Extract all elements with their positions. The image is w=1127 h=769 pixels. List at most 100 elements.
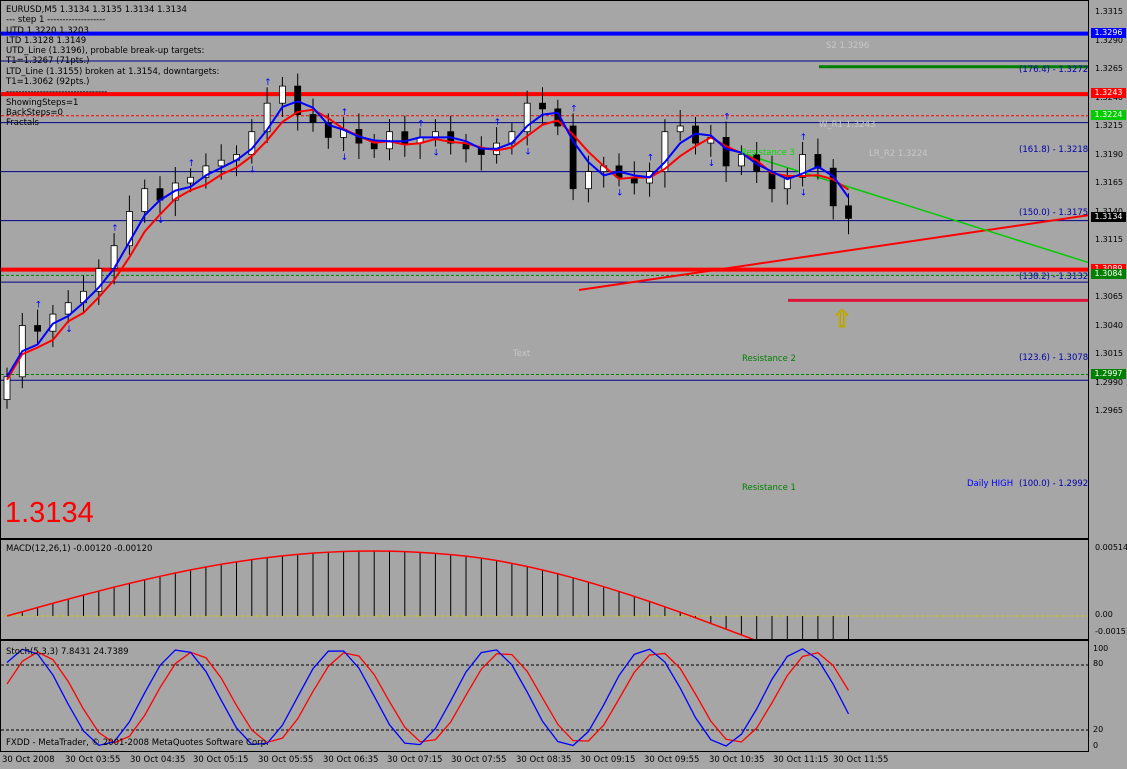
- time-tick: 30 Oct 09:15: [580, 755, 636, 765]
- text-label: Text: [513, 349, 531, 359]
- candle-body: [722, 136, 730, 167]
- s2-label: S2 1.3296: [826, 41, 870, 51]
- info-line: ShowingSteps=1: [6, 97, 79, 108]
- time-tick: 30 Oct 08:35: [516, 755, 572, 765]
- candle-body: [661, 131, 669, 172]
- stoch-axis: 100 80 20 0: [1089, 640, 1127, 752]
- w-r1-label: W_R1 1.3243: [819, 120, 876, 130]
- fib-150-label: (150.0) - 1.3175: [1019, 208, 1089, 218]
- fractal-up-mark: ↑: [111, 224, 119, 234]
- info-line: BackSteps=0: [6, 107, 63, 118]
- macd-title: MACD(12,26,1) -0.00120 -0.00120: [6, 544, 153, 554]
- time-tick: 30 Oct 07:55: [451, 755, 507, 765]
- macd-signal-line: [6, 550, 755, 639]
- up-arrow-icon: ⇧: [831, 305, 853, 334]
- price-tick: 1.3190: [1095, 149, 1123, 159]
- info-line: UTD 1.3220 1.3203: [6, 25, 89, 36]
- price-tag: 1.3134: [1091, 212, 1126, 223]
- fractal-up-mark: ↑: [723, 112, 731, 122]
- ltd-trendline: [578, 214, 1088, 291]
- stoch-tick-20: 20: [1093, 725, 1104, 734]
- candle-body: [370, 142, 378, 150]
- info-lines: --- step 1 ------------------- UTD 1.3220…: [6, 15, 219, 128]
- time-tick: 30 Oct 07:15: [387, 755, 443, 765]
- info-line: LTD_Line (1.3155) broken at 1.3154, down…: [6, 66, 220, 77]
- fractal-down-mark: ↓: [65, 325, 73, 335]
- info-line: T1=1.3062 (92pts.): [6, 77, 90, 88]
- ma-fast-line: [6, 100, 850, 378]
- fib-176-label: (176.4) - 1.3272: [1019, 65, 1089, 75]
- fractal-up-mark: ↑: [341, 108, 349, 118]
- price-tick: 1.2990: [1095, 377, 1123, 387]
- price-tick: 1.3315: [1095, 7, 1123, 16]
- fractal-up-mark: ↑: [570, 104, 578, 114]
- price-tag: 1.2997: [1091, 368, 1126, 379]
- time-tick: 30 Oct 10:35: [709, 755, 765, 765]
- candle-body: [217, 159, 225, 167]
- candle-body: [64, 302, 72, 315]
- price-tick: 1.2965: [1095, 406, 1123, 415]
- candle-body: [278, 85, 286, 104]
- time-tick: 30 Oct 05:15: [193, 755, 249, 765]
- price-tag: 1.3296: [1091, 27, 1126, 38]
- fractal-down-mark: ↓: [524, 147, 532, 157]
- candle-body: [539, 102, 546, 110]
- macd-tick-top: 0.00514: [1095, 543, 1127, 552]
- fractal-down-mark: ↓: [249, 166, 257, 176]
- fractal-down-mark: ↓: [432, 149, 440, 159]
- resistance2-label: Resistance 2: [742, 354, 796, 364]
- stoch-title: Stoch(5,3,3) 7.8431 24.7389: [6, 647, 129, 657]
- stoch-tick-100: 100: [1093, 644, 1109, 653]
- stoch-svg: [1, 648, 1088, 747]
- macd-tick-bottom: -0.00151: [1095, 627, 1127, 636]
- fractal-up-mark: ↑: [188, 159, 196, 169]
- price-tick: 1.3265: [1095, 64, 1123, 73]
- time-tick: 30 Oct 03:55: [65, 755, 121, 765]
- stoch-tick-80: 80: [1093, 659, 1104, 668]
- price-chart-pane[interactable]: ↑ ↓ ↑ ↓ ↑ ↓ ↑ ↑ ↓ ↑ ↓ ↑ ↓ ↑ ↓ ↑ ↓ ↑ ↑ ↓ EURUSD,M5 1.3134 1.…: [0, 0, 1089, 539]
- fractal-down-mark: ↓: [341, 153, 349, 163]
- stoch-pane[interactable]: Stoch(5,3,3) 7.8431 24.7389 FXDD - MetaT…: [0, 640, 1089, 752]
- resistance3-label: Resistance 3: [741, 148, 795, 158]
- price-tick: 1.3015: [1095, 349, 1123, 358]
- fractal-up-mark: ↑: [417, 119, 425, 129]
- fib-123-label: (123.6) - 1.3078: [1019, 353, 1089, 363]
- fractal-up-mark: ↑: [35, 301, 43, 311]
- info-line: ---------------------------------: [6, 87, 108, 98]
- info-line: T1=1.3267 (71pts.): [6, 56, 90, 67]
- fractal-down-mark: ↓: [800, 188, 808, 198]
- price-tick: 1.3115: [1095, 235, 1123, 244]
- candle-body: [845, 205, 852, 219]
- macd-tick-zero: 0.00: [1095, 610, 1113, 619]
- big-price-label: 1.3134: [5, 497, 94, 529]
- info-line: LTD 1.3128 1.3149: [6, 35, 87, 46]
- symbol-line: EURUSD,M5 1.3134 1.3135 1.3134 1.3134: [6, 5, 187, 15]
- info-line: Fractals: [6, 118, 39, 129]
- time-tick: 30 Oct 11:55: [833, 755, 889, 765]
- info-line: --- step 1 -------------------: [6, 15, 106, 26]
- chart-info-block: EURUSD,M5 1.3134 1.3135 1.3134 1.3134 --…: [6, 5, 219, 129]
- resistance1-label: Resistance 1: [742, 483, 796, 493]
- stoch-tick-0: 0: [1093, 741, 1099, 750]
- candle-body: [585, 171, 592, 190]
- fib-100-label: (100.0) - 1.2992: [1019, 479, 1089, 489]
- time-tick: 30 Oct 11:15: [773, 755, 829, 765]
- price-tag: 1.3243: [1091, 88, 1126, 99]
- macd-pane[interactable]: MACD(12,26,1) -0.00120 -0.00120: [0, 539, 1089, 640]
- time-tick: 30 Oct 2008: [2, 755, 55, 765]
- fractal-up-mark: ↑: [264, 78, 272, 88]
- fib-161-label: (161.8) - 1.3218: [1019, 145, 1089, 155]
- time-tick: 30 Oct 04:35: [130, 755, 186, 765]
- time-tick: 30 Oct 05:55: [258, 755, 314, 765]
- time-tick: 30 Oct 09:55: [644, 755, 700, 765]
- price-tag: 1.3224: [1091, 109, 1126, 120]
- fractal-down-mark: ↓: [708, 159, 716, 169]
- time-tick: 30 Oct 06:35: [323, 755, 379, 765]
- price-tick: 1.3215: [1095, 121, 1123, 130]
- candle-body: [309, 114, 317, 123]
- price-tick: 1.3065: [1095, 292, 1123, 301]
- macd-axis: 0.00514 0.00 -0.00151: [1089, 539, 1127, 640]
- candle-body: [676, 125, 684, 133]
- macd-svg: [1, 550, 1088, 639]
- price-tag: 1.3084: [1091, 269, 1126, 280]
